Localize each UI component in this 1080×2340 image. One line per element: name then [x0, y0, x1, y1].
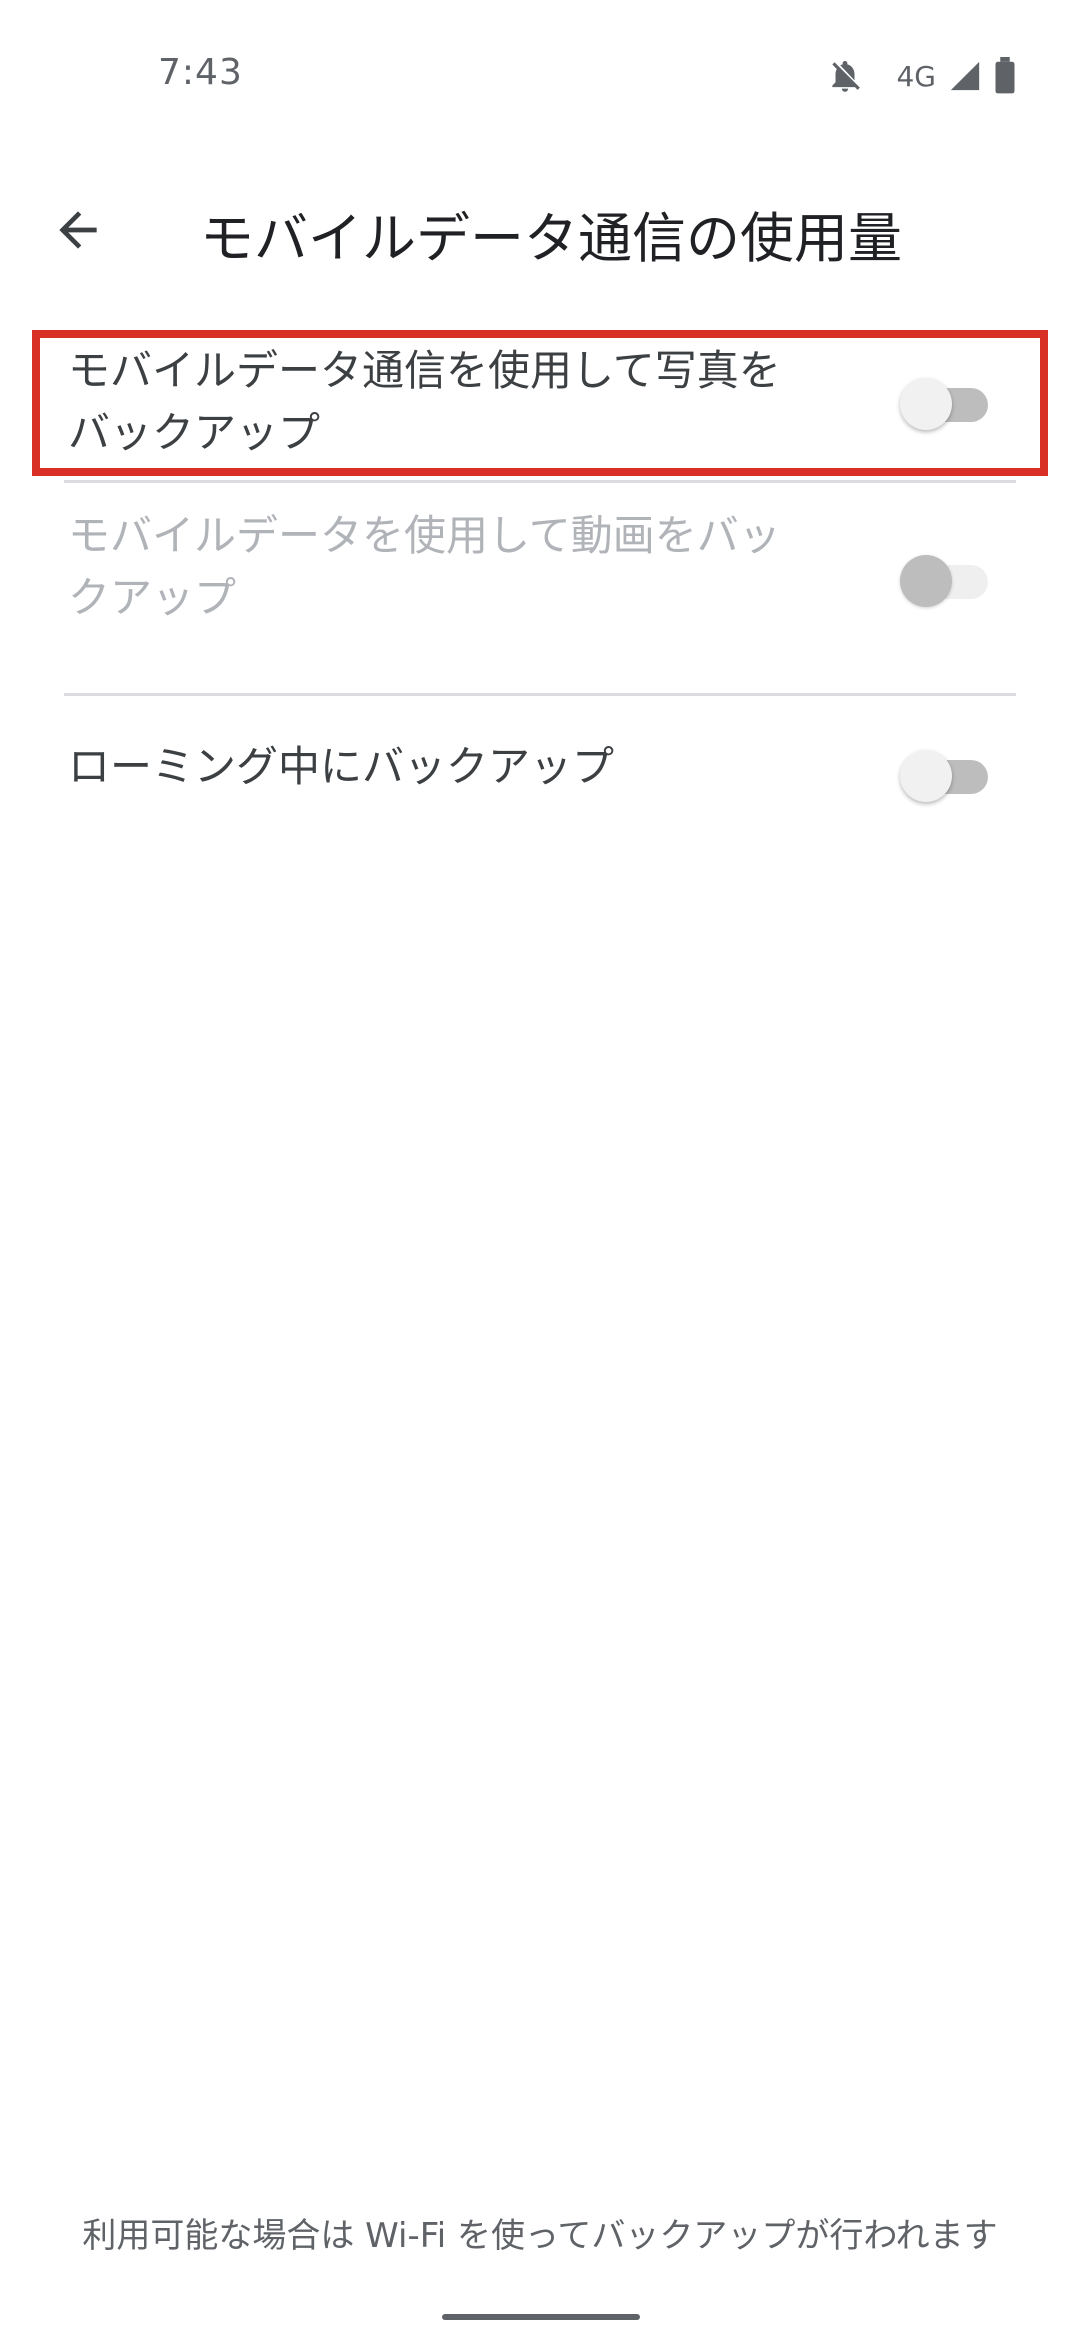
setting-label-line: バックアップ — [68, 408, 321, 457]
videos-mobile-data-switch — [900, 555, 988, 607]
status-time: 7:43 — [158, 52, 243, 93]
setting-label-line: モバイルデータを使用して動画をバッ — [68, 511, 781, 560]
status-bar: 7:43 4G — [0, 0, 1080, 150]
setting-label-line: クアップ — [68, 573, 237, 622]
notifications-off-icon — [832, 60, 861, 92]
page-title: モバイルデータ通信の使用量 — [200, 207, 902, 270]
battery-icon — [995, 57, 1015, 94]
setting-label-line: モバイルデータ通信を使用して写真を — [68, 346, 781, 395]
setting-backup-photos-mobile-data[interactable]: モバイルデータ通信を使用して写真を バックアップ — [0, 330, 1080, 480]
arrow-back-icon — [59, 211, 97, 249]
setting-label: モバイルデータ通信を使用して写真を バックアップ — [68, 340, 848, 464]
switch-thumb — [900, 555, 952, 607]
setting-label: ローミング中にバックアップ — [68, 742, 615, 791]
setting-label: モバイルデータを使用して動画をバッ クアップ — [68, 505, 848, 629]
settings-list: モバイルデータ通信を使用して写真を バックアップ モバイルデータを使用して動画を… — [0, 330, 1080, 856]
gesture-bar[interactable] — [442, 2314, 640, 2320]
roaming-switch[interactable] — [900, 750, 988, 802]
switch-thumb — [900, 378, 952, 430]
back-button[interactable] — [38, 190, 118, 270]
status-icons: 4G — [826, 56, 1018, 96]
footer-note: 利用可能な場合は Wi-Fi を使ってバックアップが行われます — [82, 2216, 998, 2256]
network-type: 4G — [896, 59, 936, 93]
setting-backup-while-roaming[interactable]: ローミング中にバックアップ — [0, 696, 1080, 856]
setting-backup-videos-mobile-data: モバイルデータを使用して動画をバッ クアップ — [0, 483, 1080, 693]
switch-thumb — [900, 750, 952, 802]
photos-mobile-data-switch[interactable] — [900, 378, 988, 430]
signal-icon — [950, 61, 980, 91]
app-bar: モバイルデータ通信の使用量 — [0, 170, 1080, 280]
